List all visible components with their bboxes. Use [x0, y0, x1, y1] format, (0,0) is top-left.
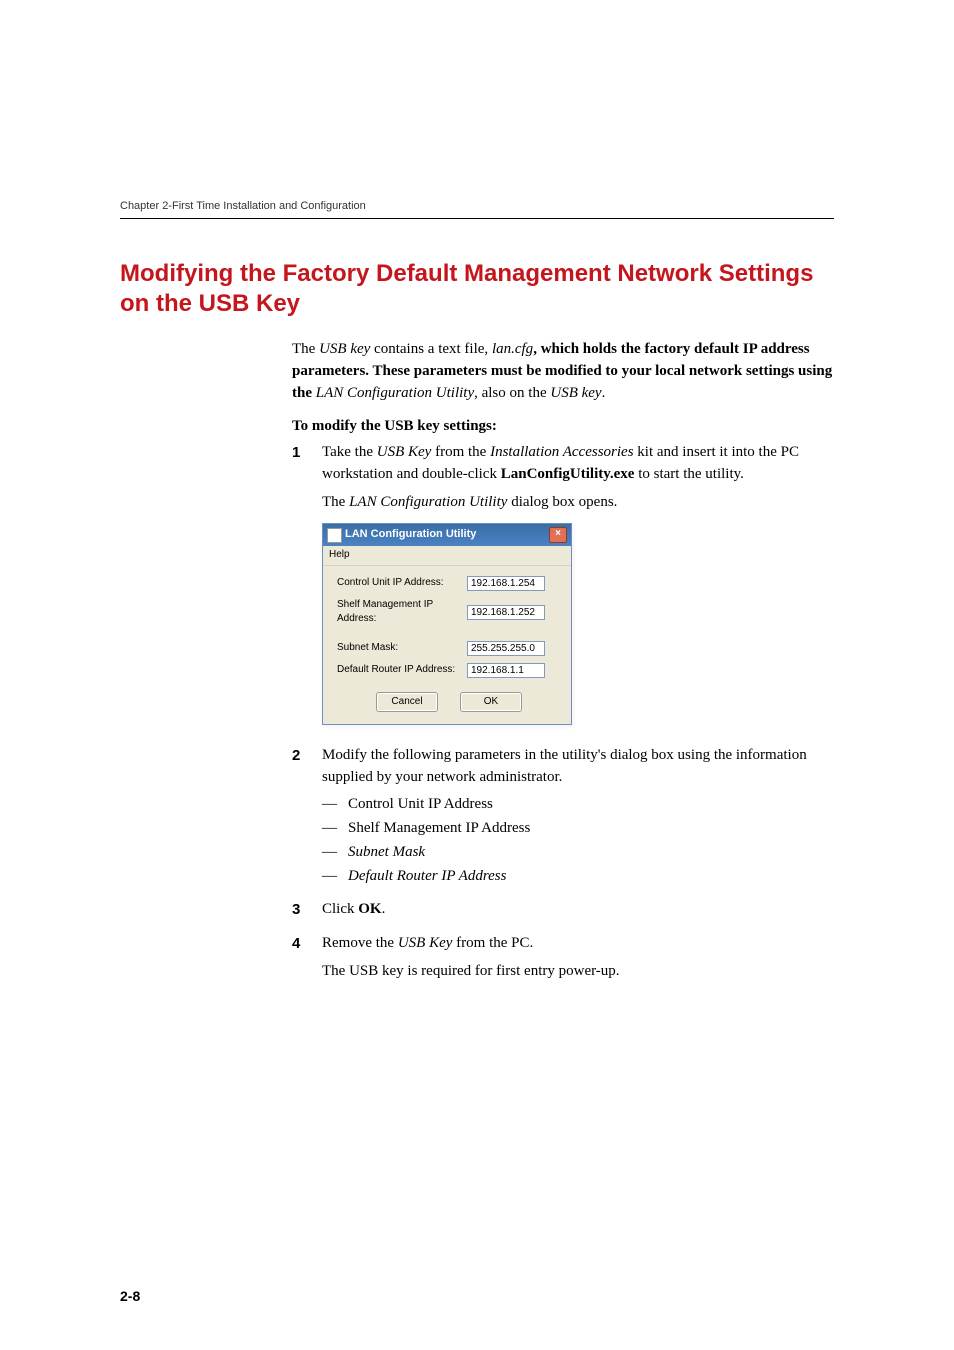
dialog-menu[interactable]: Help	[323, 546, 571, 566]
step-3: 3 Click OK.	[292, 899, 834, 927]
header-rule	[120, 218, 834, 219]
param-subnet: Subnet Mask	[348, 842, 425, 864]
step-4-note: The USB key is required for first entry …	[322, 961, 834, 983]
text: Take the	[322, 444, 377, 460]
step-number: 1	[292, 442, 322, 739]
text: .	[602, 385, 606, 401]
param-router-ip: Default Router IP Address	[348, 866, 506, 888]
procedure-heading: To modify the USB key settings:	[292, 416, 834, 438]
exe-name: LanConfigUtility.exe	[501, 466, 635, 482]
text: Click	[322, 901, 358, 917]
step-3-text: Click OK.	[322, 899, 834, 921]
text: from the	[431, 444, 490, 460]
usb-key-term: USB key	[550, 385, 601, 401]
control-ip-input[interactable]	[467, 576, 545, 591]
lan-config-utility-term: LAN Configuration Utility	[349, 494, 507, 510]
step-4-text: Remove the USB Key from the PC.	[322, 933, 834, 955]
subnet-input[interactable]	[467, 641, 545, 656]
list-item: —Control Unit IP Address	[322, 794, 834, 816]
list-item: —Subnet Mask	[322, 842, 834, 864]
dash: —	[322, 794, 348, 816]
router-ip-label: Default Router IP Address:	[337, 663, 467, 678]
installation-accessories-term: Installation Accessories	[490, 444, 633, 460]
lan-config-utility-term: LAN Configuration Utility	[316, 385, 474, 401]
text: contains a text file,	[370, 341, 492, 357]
ok-label: OK	[358, 901, 381, 917]
step-1-result: The LAN Configuration Utility dialog box…	[322, 492, 834, 514]
dash: —	[322, 842, 348, 864]
text: dialog box opens.	[507, 494, 617, 510]
page-number: 2-8	[120, 1288, 140, 1304]
step-2-text: Modify the following parameters in the u…	[322, 745, 834, 789]
router-ip-input[interactable]	[467, 663, 545, 678]
cancel-button[interactable]: Cancel	[376, 692, 438, 712]
text: , also on the	[474, 385, 550, 401]
param-list: —Control Unit IP Address —Shelf Manageme…	[322, 794, 834, 887]
lan-cfg-term: lan.cfg	[492, 341, 533, 357]
lan-config-dialog: LAN Configuration Utility × Help Control…	[322, 523, 572, 725]
step-1: 1 Take the USB Key from the Installation…	[292, 442, 834, 739]
intro-paragraph: The USB key contains a text file, lan.cf…	[292, 339, 834, 404]
usb-key-term: USB key	[319, 341, 370, 357]
step-2: 2 Modify the following parameters in the…	[292, 745, 834, 894]
param-shelf-ip: Shelf Management IP Address	[348, 818, 530, 840]
step-number: 4	[292, 933, 322, 989]
text: to start the utility.	[634, 466, 743, 482]
dash: —	[322, 818, 348, 840]
usb-key-term: USB Key	[398, 935, 453, 951]
text: Remove the	[322, 935, 398, 951]
subnet-label: Subnet Mask:	[337, 641, 467, 656]
dialog-body: Control Unit IP Address: Shelf Managemen…	[323, 566, 571, 724]
text: The	[322, 494, 349, 510]
ok-button[interactable]: OK	[460, 692, 522, 712]
section-title: Modifying the Factory Default Management…	[120, 259, 834, 319]
control-ip-label: Control Unit IP Address:	[337, 576, 467, 591]
dialog-titlebar: LAN Configuration Utility ×	[323, 524, 571, 546]
step-number: 3	[292, 899, 322, 927]
param-control-ip: Control Unit IP Address	[348, 794, 493, 816]
app-icon	[327, 528, 342, 543]
dash: —	[322, 866, 348, 888]
chapter-header: Chapter 2-First Time Installation and Co…	[120, 200, 834, 212]
text: .	[382, 901, 386, 917]
text: The	[292, 341, 319, 357]
list-item: —Default Router IP Address	[322, 866, 834, 888]
dialog-title-text: LAN Configuration Utility	[345, 527, 476, 543]
list-item: —Shelf Management IP Address	[322, 818, 834, 840]
shelf-ip-label: Shelf Management IP Address:	[337, 598, 467, 627]
step-number: 2	[292, 745, 322, 894]
text: from the PC.	[452, 935, 533, 951]
shelf-ip-input[interactable]	[467, 605, 545, 620]
step-list: 1 Take the USB Key from the Installation…	[292, 442, 834, 989]
dialog-screenshot: LAN Configuration Utility × Help Control…	[322, 523, 834, 725]
step-4: 4 Remove the USB Key from the PC. The US…	[292, 933, 834, 989]
usb-key-term: USB Key	[377, 444, 432, 460]
close-icon[interactable]: ×	[549, 527, 567, 543]
step-1-text: Take the USB Key from the Installation A…	[322, 442, 834, 486]
